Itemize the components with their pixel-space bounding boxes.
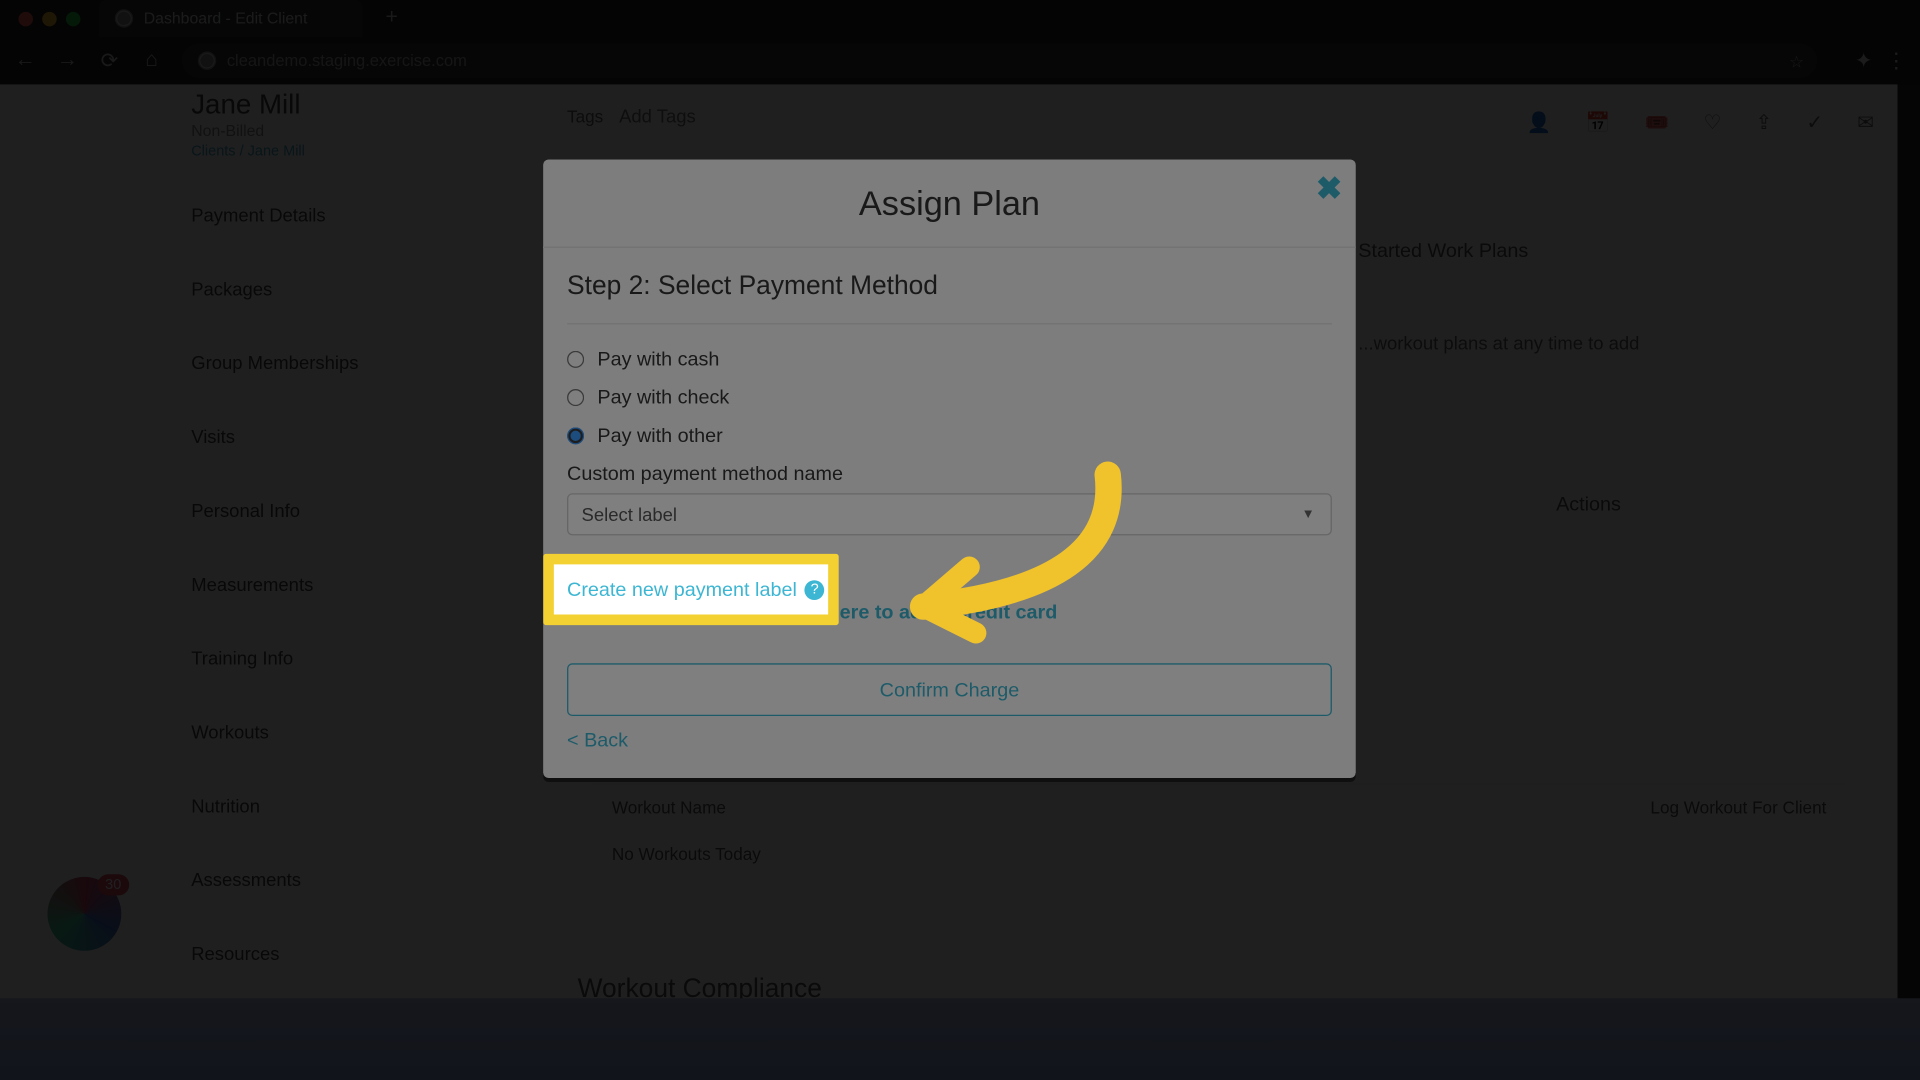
radio-pay-other[interactable]: Pay with other [567, 425, 1332, 447]
back-link[interactable]: < Back [567, 729, 628, 751]
select-placeholder: Select label [582, 504, 677, 525]
chevron-down-icon: ▼ [1302, 507, 1315, 522]
tutorial-arrow-icon [844, 462, 1147, 673]
highlight-create-text: Create new payment label [567, 578, 797, 600]
help-icon-highlight[interactable]: ? [805, 580, 825, 600]
tutorial-highlight: Create new payment label ? [543, 554, 838, 625]
radio-pay-check-label: Pay with check [597, 386, 729, 408]
radio-pay-cash-input[interactable] [567, 351, 584, 368]
payment-method-radio-group: Pay with cash Pay with check Pay with ot… [567, 348, 1332, 447]
modal-header: Assign Plan ✖ [543, 160, 1355, 248]
radio-pay-cash[interactable]: Pay with cash [567, 348, 1332, 370]
step-title: Step 2: Select Payment Method [567, 272, 1332, 325]
radio-pay-other-label: Pay with other [597, 425, 722, 447]
radio-pay-cash-label: Pay with cash [597, 348, 719, 370]
radio-pay-check-input[interactable] [567, 389, 584, 406]
modal-close-button[interactable]: ✖ [1316, 170, 1343, 208]
create-payment-label-link-highlight[interactable]: Create new payment label ? [567, 578, 828, 600]
radio-pay-other-input[interactable] [567, 427, 584, 444]
modal-title: Assign Plan [859, 183, 1040, 224]
radio-pay-check[interactable]: Pay with check [567, 386, 1332, 408]
